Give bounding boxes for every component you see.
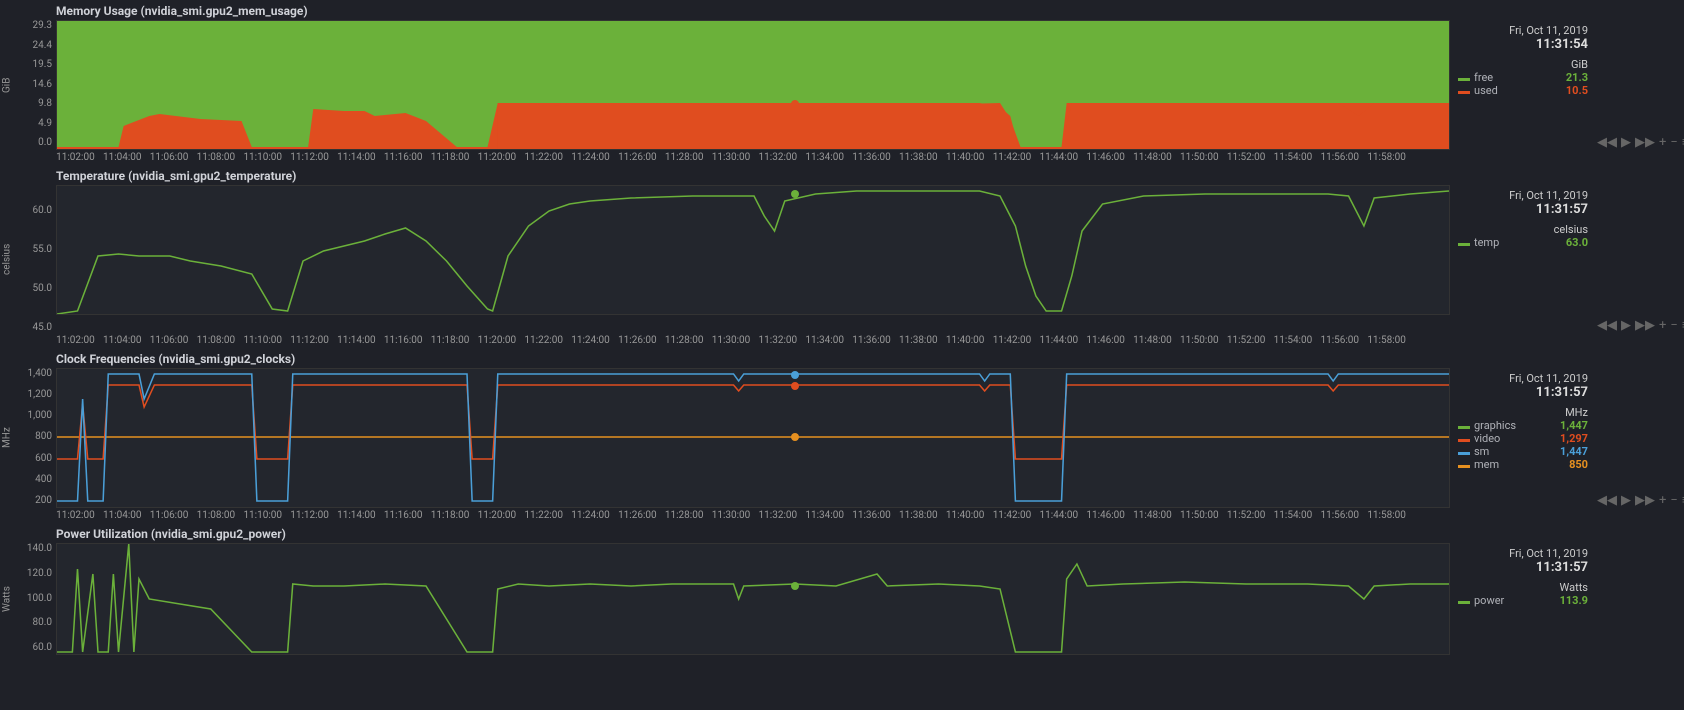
next-icon[interactable]: ▶▶ (1634, 318, 1656, 333)
legend: Fri, Oct 11, 2019 11:31:57 MHz graphics1… (1450, 368, 1596, 508)
cursor-marker (791, 382, 799, 390)
legend-unit: Watts (1458, 581, 1588, 594)
legend: Fri, Oct 11, 2019 11:31:57 celsius temp6… (1450, 185, 1596, 333)
x-axis: 11:02:0011:04:0011:06:0011:08:0011:10:00… (52, 152, 1410, 163)
chart-controls: ◀◀ ▶ ▶▶ + − ≡ (1596, 20, 1684, 150)
legend-item-graphics[interactable]: graphics1,447 (1458, 419, 1588, 432)
cursor-marker (791, 433, 799, 441)
y-axis-ticks: 1,4001,2001,000800600400200 (14, 368, 56, 506)
panel-power: Power Utilization (nvidia_smi.gpu2_power… (0, 523, 1684, 655)
cursor-marker (791, 582, 799, 590)
chart-area-clocks[interactable] (56, 368, 1450, 508)
next-icon[interactable]: ▶▶ (1634, 135, 1656, 150)
remove-icon[interactable]: − (1669, 493, 1678, 508)
y-axis-ticks: 60.055.050.045.0 (14, 185, 56, 333)
legend-item-temp[interactable]: temp63.0 (1458, 236, 1588, 249)
prev-icon[interactable]: ◀◀ (1596, 135, 1618, 150)
chart-controls: ◀◀ ▶ ▶▶ + − ≡ (1596, 368, 1684, 508)
add-icon[interactable]: + (1658, 493, 1667, 508)
legend-date: Fri, Oct 11, 2019 (1458, 24, 1588, 37)
legend-time: 11:31:57 (1458, 385, 1588, 400)
cursor-marker (791, 190, 799, 198)
legend-unit: MHz (1458, 406, 1588, 419)
legend-item-sm[interactable]: sm1,447 (1458, 445, 1588, 458)
add-icon[interactable]: + (1658, 135, 1667, 150)
legend-unit: GiB (1458, 58, 1588, 71)
x-axis: 11:02:0011:04:0011:06:0011:08:0011:10:00… (52, 335, 1410, 346)
chart-controls: ◀◀ ▶ ▶▶ + − ≡ (1596, 185, 1684, 333)
prev-icon[interactable]: ◀◀ (1596, 493, 1618, 508)
chart-area-power[interactable] (56, 543, 1450, 655)
prev-icon[interactable]: ◀◀ (1596, 318, 1618, 333)
y-axis-label: Watts (0, 543, 14, 655)
panel-memory: Memory Usage (nvidia_smi.gpu2_mem_usage)… (0, 0, 1684, 163)
play-icon[interactable]: ▶ (1620, 318, 1632, 333)
play-icon[interactable]: ▶ (1620, 135, 1632, 150)
legend-time: 11:31:57 (1458, 560, 1588, 575)
legend-time: 11:31:57 (1458, 202, 1588, 217)
y-axis-ticks: 140.0120.0100.080.060.0 (14, 543, 56, 653)
y-axis-ticks: 29.324.419.514.69.84.90.0 (14, 20, 56, 148)
legend-unit: celsius (1458, 223, 1588, 236)
panel-temperature: Temperature (nvidia_smi.gpu2_temperature… (0, 165, 1684, 346)
next-icon[interactable]: ▶▶ (1634, 493, 1656, 508)
legend-item-power[interactable]: power113.9 (1458, 594, 1588, 607)
panel-clocks: Clock Frequencies (nvidia_smi.gpu2_clock… (0, 348, 1684, 521)
legend-item-mem[interactable]: mem850 (1458, 458, 1588, 471)
y-axis-label: celsius (0, 185, 14, 333)
legend: Fri, Oct 11, 2019 11:31:57 Watts power11… (1450, 543, 1596, 655)
cursor-marker (791, 100, 799, 108)
legend-date: Fri, Oct 11, 2019 (1458, 547, 1588, 560)
chart-area-temperature[interactable] (56, 185, 1450, 315)
legend: Fri, Oct 11, 2019 11:31:54 GiB free21.3 … (1450, 20, 1596, 150)
legend-date: Fri, Oct 11, 2019 (1458, 372, 1588, 385)
remove-icon[interactable]: − (1669, 135, 1678, 150)
play-icon[interactable]: ▶ (1620, 493, 1632, 508)
cursor-marker (791, 371, 799, 379)
chart-area-memory[interactable] (56, 20, 1450, 150)
panel-title: Clock Frequencies (nvidia_smi.gpu2_clock… (0, 348, 1684, 368)
y-axis-label: MHz (0, 368, 14, 508)
legend-item-free[interactable]: free21.3 (1458, 71, 1588, 84)
x-axis: 11:02:0011:04:0011:06:0011:08:0011:10:00… (52, 510, 1410, 521)
legend-date: Fri, Oct 11, 2019 (1458, 189, 1588, 202)
panel-title: Temperature (nvidia_smi.gpu2_temperature… (0, 165, 1684, 185)
legend-time: 11:31:54 (1458, 37, 1588, 52)
panel-title: Memory Usage (nvidia_smi.gpu2_mem_usage) (0, 0, 1684, 20)
panel-title: Power Utilization (nvidia_smi.gpu2_power… (0, 523, 1684, 543)
y-axis-label: GiB (0, 20, 14, 150)
legend-item-video[interactable]: video1,297 (1458, 432, 1588, 445)
remove-icon[interactable]: − (1669, 318, 1678, 333)
legend-item-used[interactable]: used10.5 (1458, 84, 1588, 97)
add-icon[interactable]: + (1658, 318, 1667, 333)
